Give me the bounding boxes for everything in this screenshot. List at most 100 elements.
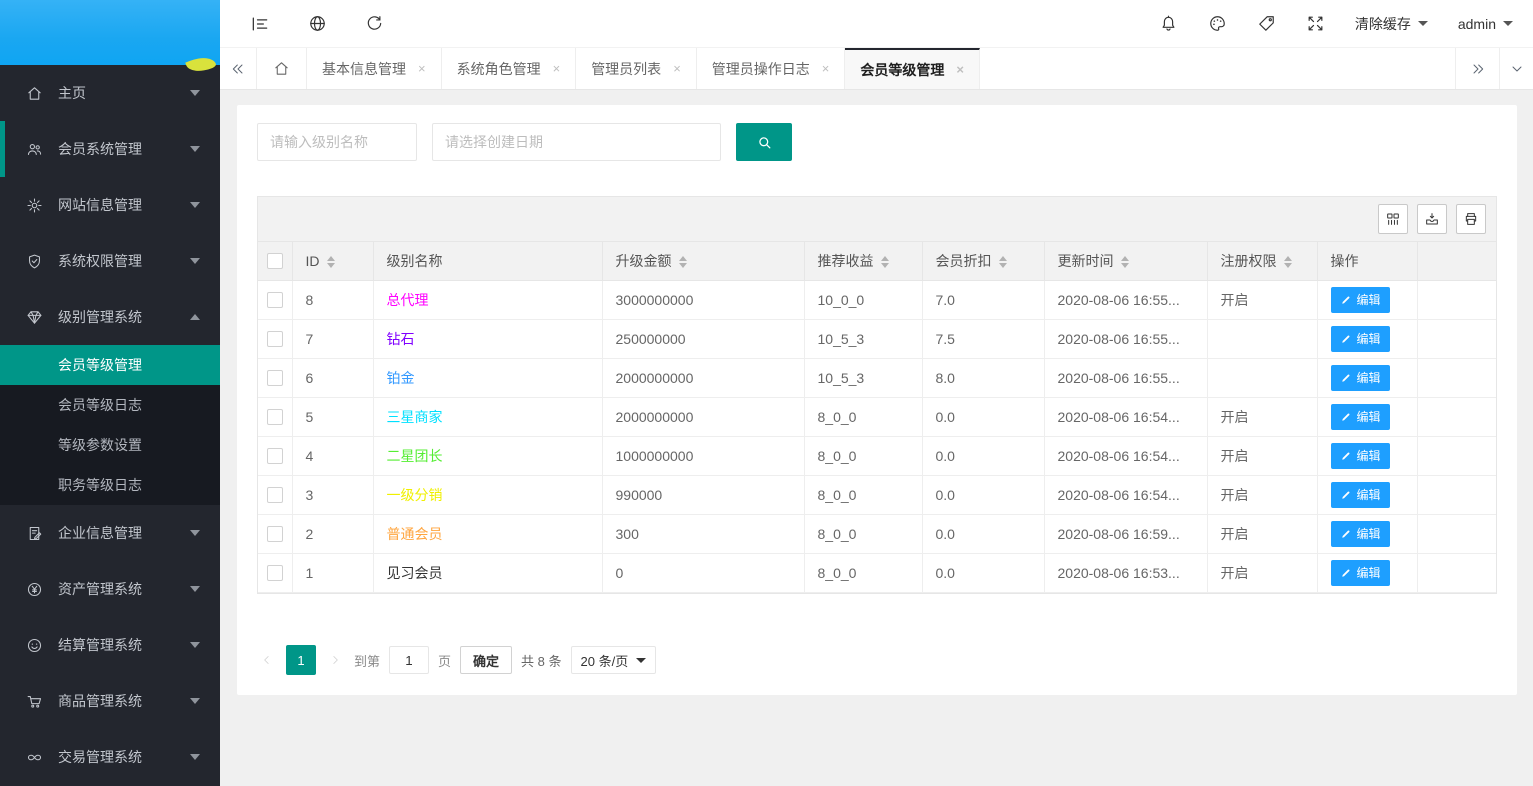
sidebar-menu-item[interactable]: 交易管理系统 — [0, 729, 220, 785]
tabs-menu-button[interactable] — [1499, 48, 1533, 89]
create-date-input[interactable] — [432, 123, 721, 161]
row-checkbox[interactable] — [267, 565, 283, 581]
tabs-strip: 基本信息管理 × 系统角色管理 × 管理员列表 × 管理员操作日志 × 会员等级… — [307, 48, 980, 89]
chevron-down-icon — [1503, 21, 1513, 26]
pencil-icon — [1340, 567, 1352, 579]
export-button[interactable] — [1417, 204, 1447, 234]
close-icon[interactable]: × — [822, 61, 830, 76]
refresh-button[interactable] — [365, 14, 384, 33]
goto-page-input[interactable] — [389, 646, 429, 674]
edit-button[interactable]: 编辑 — [1331, 560, 1390, 586]
tabs-scroll-right-button[interactable] — [1455, 48, 1499, 89]
tag-button[interactable] — [1257, 14, 1276, 33]
edit-button[interactable]: 编辑 — [1331, 521, 1390, 547]
row-checkbox[interactable] — [267, 487, 283, 503]
row-checkbox[interactable] — [267, 526, 283, 542]
tabbar: 基本信息管理 × 系统角色管理 × 管理员列表 × 管理员操作日志 × 会员等级… — [220, 48, 1533, 90]
cell-register-permission: 开启 — [1207, 475, 1317, 514]
sidebar-submenu-item[interactable]: 会员等级管理 — [0, 345, 220, 385]
notifications-button[interactable] — [1159, 14, 1178, 33]
cell-id: 8 — [292, 280, 373, 319]
sidebar-menu-item[interactable]: 级别管理系统 — [0, 289, 220, 345]
sort-icon[interactable] — [679, 256, 687, 268]
clear-cache-label: 清除缓存 — [1355, 14, 1411, 34]
cell-update-time: 2020-08-06 16:54... — [1044, 397, 1207, 436]
prev-page-button[interactable] — [257, 653, 277, 667]
row-checkbox[interactable] — [267, 292, 283, 308]
level-name: 普通会员 — [387, 526, 443, 542]
sidebar-item-label: 商品管理系统 — [58, 691, 182, 711]
edit-button[interactable]: 编辑 — [1331, 365, 1390, 391]
row-checkbox[interactable] — [267, 409, 283, 425]
theme-button[interactable] — [1208, 14, 1227, 33]
row-checkbox-cell — [258, 397, 292, 436]
current-page-button[interactable]: 1 — [286, 645, 316, 675]
edit-button[interactable]: 编辑 — [1331, 482, 1390, 508]
content: ID 级别名称 升级金额 推荐收益 会员折扣 更新时间 注册权限 操作 — [220, 90, 1533, 786]
sidebar-submenu-item[interactable]: 职务等级日志 — [0, 465, 220, 505]
row-checkbox[interactable] — [267, 331, 283, 347]
sidebar-menu-item[interactable]: 商品管理系统 — [0, 673, 220, 729]
topbar-left — [250, 14, 384, 34]
next-page-button[interactable] — [325, 653, 345, 667]
tab-label: 基本信息管理 — [322, 59, 406, 79]
level-name-input[interactable] — [257, 123, 417, 161]
edit-button[interactable]: 编辑 — [1331, 326, 1390, 352]
search-button[interactable] — [736, 123, 792, 161]
filter-columns-button[interactable] — [1378, 204, 1408, 234]
edit-button[interactable]: 编辑 — [1331, 287, 1390, 313]
sidebar-submenu-item[interactable]: 等级参数设置 — [0, 425, 220, 465]
cell-member-discount: 0.0 — [922, 553, 1044, 592]
sidebar-menu-item[interactable]: 资产管理系统 — [0, 561, 220, 617]
user-dropdown[interactable]: admin — [1458, 16, 1513, 32]
sidebar: 主页 会员系统管理 网站信息管理 系统权限管理 级别管理系统 会员等级管理会员等… — [0, 0, 220, 786]
print-button[interactable] — [1456, 204, 1486, 234]
clear-cache-dropdown[interactable]: 清除缓存 — [1355, 14, 1428, 34]
tab[interactable]: 管理员列表 × — [576, 48, 697, 89]
member-level-card: ID 级别名称 升级金额 推荐收益 会员折扣 更新时间 注册权限 操作 — [237, 105, 1517, 695]
edit-button[interactable]: 编辑 — [1331, 443, 1390, 469]
site-home-button[interactable] — [308, 14, 327, 33]
edit-button[interactable]: 编辑 — [1331, 404, 1390, 430]
tab-home[interactable] — [257, 48, 307, 89]
close-icon[interactable]: × — [418, 61, 426, 76]
sidebar-submenu-item[interactable]: 会员等级日志 — [0, 385, 220, 425]
search-row — [257, 123, 1497, 161]
globe-icon — [308, 14, 327, 33]
close-icon[interactable]: × — [553, 61, 561, 76]
sort-icon[interactable] — [1284, 256, 1292, 268]
sidebar-menu-item[interactable]: 系统权限管理 — [0, 233, 220, 289]
close-icon[interactable]: × — [673, 61, 681, 76]
row-checkbox[interactable] — [267, 370, 283, 386]
tab[interactable]: 系统角色管理 × — [442, 48, 577, 89]
confirm-button[interactable]: 确定 — [460, 646, 512, 674]
sidebar-menu-item[interactable]: 会员系统管理 — [0, 121, 220, 177]
sort-icon[interactable] — [881, 256, 889, 268]
sort-icon[interactable] — [327, 256, 335, 268]
tab[interactable]: 管理员操作日志 × — [697, 48, 846, 89]
page-size-select[interactable]: 20 条/页 — [571, 646, 657, 674]
select-all-checkbox[interactable] — [267, 253, 283, 269]
close-icon[interactable]: × — [956, 62, 964, 77]
cell-referral-income: 10_0_0 — [804, 280, 922, 319]
col-id: ID — [292, 242, 373, 280]
sidebar-item-label: 会员系统管理 — [58, 139, 182, 159]
sidebar-menu-item[interactable]: 主页 — [0, 65, 220, 121]
sort-icon[interactable] — [1121, 256, 1129, 268]
tabs-scroll-left-button[interactable] — [220, 48, 257, 89]
row-checkbox[interactable] — [267, 448, 283, 464]
cell-actions: 编辑 — [1317, 475, 1417, 514]
sidebar-menu-item[interactable]: 企业信息管理 — [0, 505, 220, 561]
tab[interactable]: 会员等级管理 × — [845, 48, 980, 89]
tab-label: 会员等级管理 — [860, 60, 944, 80]
tab-label: 管理员操作日志 — [712, 59, 810, 79]
goto-label: 到第 — [354, 651, 380, 670]
fullscreen-button[interactable] — [1306, 14, 1325, 33]
tab[interactable]: 基本信息管理 × — [307, 48, 442, 89]
sidebar-menu-item[interactable]: 网站信息管理 — [0, 177, 220, 233]
sort-icon[interactable] — [999, 256, 1007, 268]
cell-register-permission — [1207, 358, 1317, 397]
row-filler — [1417, 280, 1496, 319]
sidebar-menu-item[interactable]: 结算管理系统 — [0, 617, 220, 673]
menu-collapse-button[interactable] — [250, 14, 270, 34]
